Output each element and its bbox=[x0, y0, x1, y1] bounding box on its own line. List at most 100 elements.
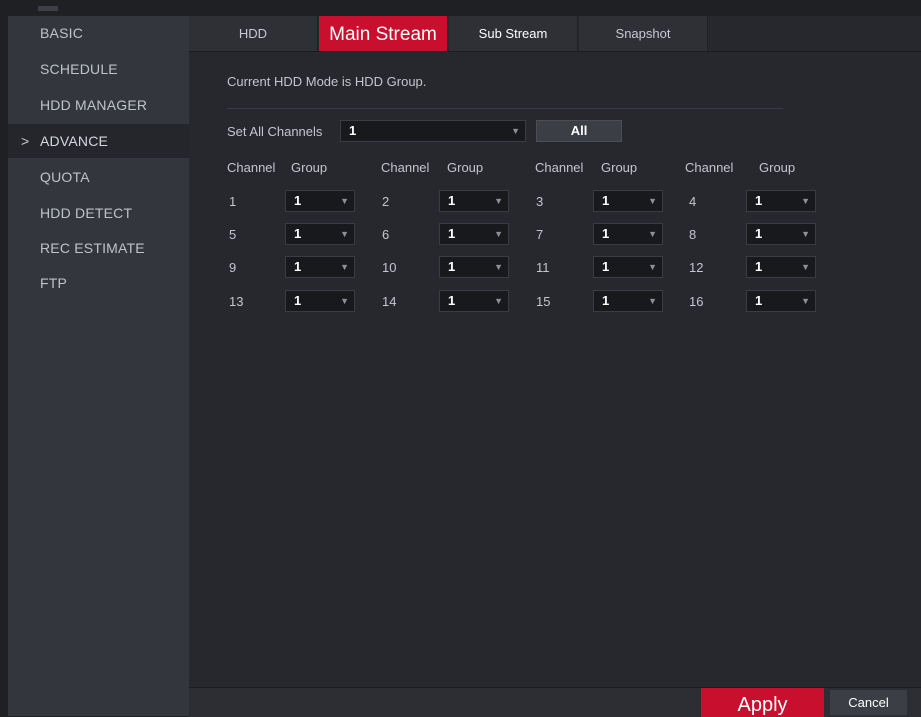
sidebar-item-advance[interactable]: > ADVANCE bbox=[8, 124, 189, 158]
chevron-down-icon: ▼ bbox=[801, 262, 810, 272]
chevron-down-icon: ▼ bbox=[648, 196, 657, 206]
chevron-down-icon: ▼ bbox=[648, 262, 657, 272]
sidebar-item-label: REC ESTIMATE bbox=[40, 240, 145, 256]
sidebar-item-hdd-detect[interactable]: HDD DETECT bbox=[8, 196, 189, 230]
group-value: 1 bbox=[602, 259, 610, 274]
channel-number: 10 bbox=[382, 260, 397, 275]
sidebar-item-basic[interactable]: BASIC bbox=[8, 16, 189, 50]
group-select[interactable]: 1 ▼ bbox=[285, 290, 355, 312]
divider bbox=[227, 108, 783, 109]
group-select[interactable]: 1 ▼ bbox=[285, 190, 355, 212]
chevron-down-icon: ▼ bbox=[648, 229, 657, 239]
channel-number: 7 bbox=[536, 227, 544, 242]
group-header: Group bbox=[447, 160, 484, 175]
top-strip bbox=[0, 0, 921, 16]
group-value: 1 bbox=[602, 193, 610, 208]
group-value: 1 bbox=[294, 293, 302, 308]
group-value: 1 bbox=[755, 226, 763, 241]
group-value: 1 bbox=[448, 193, 456, 208]
sidebar-item-label: SCHEDULE bbox=[40, 61, 118, 77]
sidebar-item-label: FTP bbox=[40, 275, 68, 291]
chevron-down-icon: ▼ bbox=[340, 296, 349, 306]
group-value: 1 bbox=[602, 226, 610, 241]
group-value: 1 bbox=[602, 293, 610, 308]
chevron-down-icon: ▼ bbox=[801, 196, 810, 206]
group-value: 1 bbox=[755, 293, 763, 308]
channel-header: Channel bbox=[685, 160, 734, 175]
channel-header: Channel bbox=[227, 160, 276, 175]
group-select[interactable]: 1 ▼ bbox=[439, 190, 509, 212]
sidebar-item-hdd-manager[interactable]: HDD MANAGER bbox=[8, 88, 189, 122]
group-select[interactable]: 1 ▼ bbox=[285, 223, 355, 245]
channel-number: 15 bbox=[536, 294, 551, 309]
sidebar-item-quota[interactable]: QUOTA bbox=[8, 160, 189, 194]
group-select[interactable]: 1 ▼ bbox=[746, 256, 816, 278]
apply-button[interactable]: Apply bbox=[701, 688, 824, 717]
sidebar-item-schedule[interactable]: SCHEDULE bbox=[8, 52, 189, 86]
group-header: Group bbox=[759, 160, 796, 175]
group-value: 1 bbox=[448, 293, 456, 308]
group-value: 1 bbox=[294, 226, 302, 241]
channel-number: 6 bbox=[382, 227, 390, 242]
sidebar: BASIC SCHEDULE HDD MANAGER > ADVANCE QUOT… bbox=[8, 16, 189, 716]
chevron-right-icon: > bbox=[21, 133, 30, 149]
tab-sub-stream[interactable]: Sub Stream bbox=[449, 16, 578, 51]
tab-hdd[interactable]: HDD bbox=[189, 16, 318, 51]
sidebar-item-label: QUOTA bbox=[40, 169, 90, 185]
channel-number: 4 bbox=[689, 194, 697, 209]
chevron-down-icon: ▼ bbox=[494, 296, 503, 306]
set-all-channels-value: 1 bbox=[349, 123, 357, 138]
group-select[interactable]: 1 ▼ bbox=[439, 223, 509, 245]
group-select[interactable]: 1 ▼ bbox=[439, 256, 509, 278]
group-select[interactable]: 1 ▼ bbox=[746, 190, 816, 212]
tab-main-stream[interactable]: Main Stream bbox=[319, 16, 448, 51]
chevron-down-icon: ▼ bbox=[801, 229, 810, 239]
chevron-down-icon: ▼ bbox=[801, 296, 810, 306]
top-strip-handle bbox=[38, 6, 58, 11]
hdd-mode-message: Current HDD Mode is HDD Group. bbox=[227, 74, 427, 89]
group-value: 1 bbox=[448, 226, 456, 241]
group-select[interactable]: 1 ▼ bbox=[593, 223, 663, 245]
channel-number: 9 bbox=[229, 260, 237, 275]
channel-number: 3 bbox=[536, 194, 544, 209]
chevron-down-icon: ▼ bbox=[511, 126, 520, 136]
channel-number: 11 bbox=[536, 260, 550, 275]
group-select[interactable]: 1 ▼ bbox=[593, 290, 663, 312]
group-value: 1 bbox=[294, 193, 302, 208]
channel-header: Channel bbox=[535, 160, 584, 175]
group-select[interactable]: 1 ▼ bbox=[746, 223, 816, 245]
channel-number: 12 bbox=[689, 260, 704, 275]
channel-number: 5 bbox=[229, 227, 237, 242]
group-value: 1 bbox=[755, 193, 763, 208]
footer-bar: Apply Cancel bbox=[189, 687, 921, 717]
cancel-button[interactable]: Cancel bbox=[830, 690, 907, 715]
channel-number: 13 bbox=[229, 294, 244, 309]
group-select[interactable]: 1 ▼ bbox=[593, 256, 663, 278]
channel-number: 14 bbox=[382, 294, 397, 309]
chevron-down-icon: ▼ bbox=[340, 262, 349, 272]
group-value: 1 bbox=[755, 259, 763, 274]
all-button[interactable]: All bbox=[536, 120, 622, 142]
channel-header: Channel bbox=[381, 160, 430, 175]
group-select[interactable]: 1 ▼ bbox=[746, 290, 816, 312]
channel-number: 2 bbox=[382, 194, 390, 209]
sidebar-item-label: HDD DETECT bbox=[40, 205, 133, 221]
group-header: Group bbox=[601, 160, 638, 175]
chevron-down-icon: ▼ bbox=[340, 229, 349, 239]
group-header: Group bbox=[291, 160, 328, 175]
chevron-down-icon: ▼ bbox=[494, 262, 503, 272]
group-select[interactable]: 1 ▼ bbox=[439, 290, 509, 312]
tab-snapshot[interactable]: Snapshot bbox=[579, 16, 708, 51]
sidebar-item-label: ADVANCE bbox=[40, 133, 109, 149]
chevron-down-icon: ▼ bbox=[494, 196, 503, 206]
sidebar-item-rec-estimate[interactable]: REC ESTIMATE bbox=[8, 231, 189, 265]
set-all-channels-label: Set All Channels bbox=[227, 124, 323, 139]
set-all-channels-select[interactable]: 1 ▼ bbox=[340, 120, 526, 142]
tab-bar: HDD Main Stream Sub Stream Snapshot bbox=[189, 16, 921, 52]
group-select[interactable]: 1 ▼ bbox=[593, 190, 663, 212]
main-content: HDD Main Stream Sub Stream Snapshot Curr… bbox=[189, 16, 921, 717]
group-select[interactable]: 1 ▼ bbox=[285, 256, 355, 278]
sidebar-item-ftp[interactable]: FTP bbox=[8, 266, 189, 300]
chevron-down-icon: ▼ bbox=[494, 229, 503, 239]
group-value: 1 bbox=[448, 259, 456, 274]
